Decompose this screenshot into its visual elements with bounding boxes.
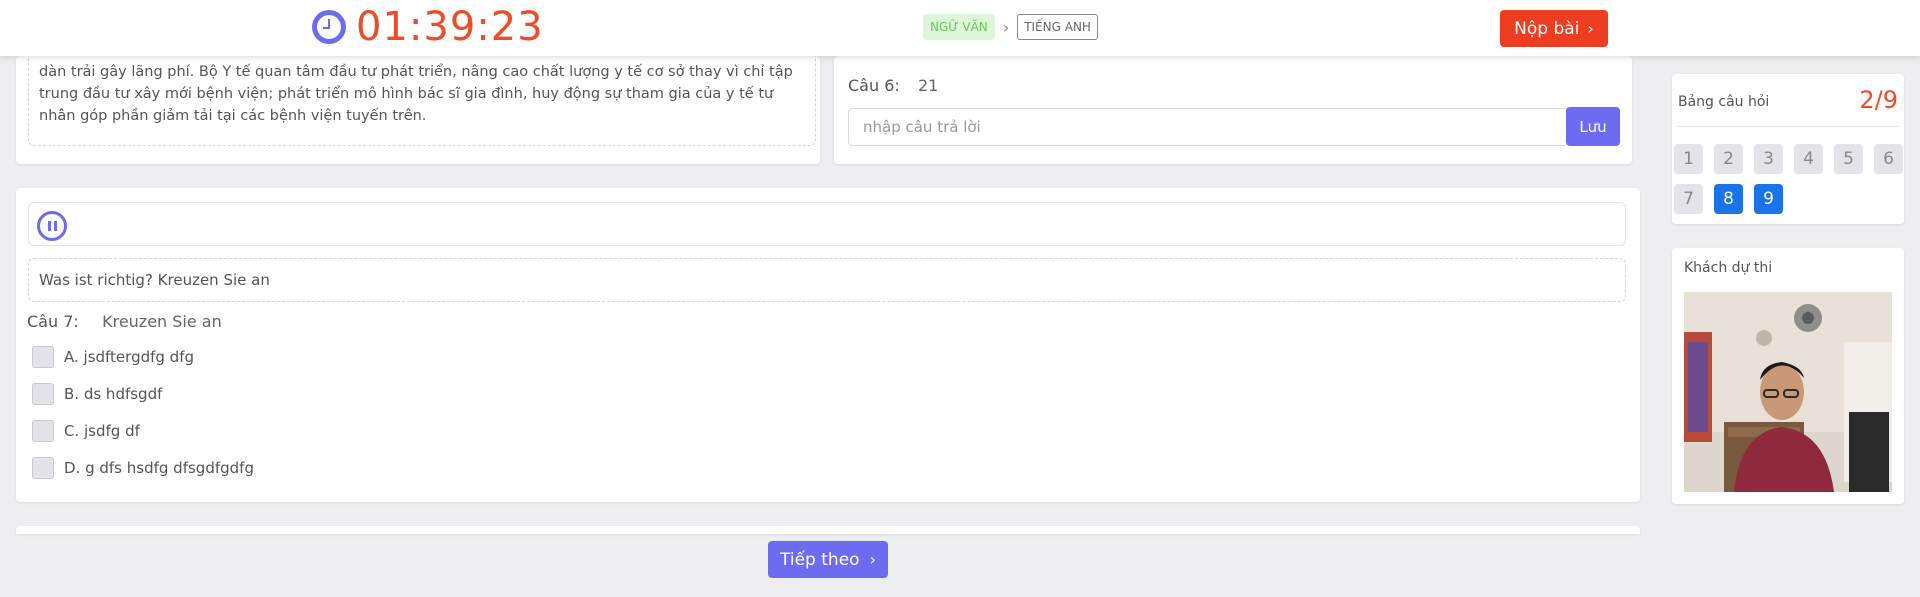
- divider: [1678, 126, 1898, 127]
- passage-text: dàn trải gây lãng phí. Bộ Y tế quan tâm …: [39, 64, 793, 124]
- countdown-timer: 01:39:23: [312, 5, 544, 49]
- next-label: Tiếp theo: [780, 549, 860, 570]
- question-board-count: 2/9: [1859, 86, 1898, 114]
- question-nav-6[interactable]: 6: [1874, 144, 1903, 174]
- question-6-card: Câu 6: 21 Lưu: [834, 56, 1632, 164]
- question-7-card: Was ist richtig? Kreuzen Sie an Câu 7: K…: [16, 188, 1640, 502]
- next-card-edge: [16, 526, 1640, 534]
- chevron-right-icon: ›: [869, 550, 876, 569]
- answer-input[interactable]: [848, 108, 1568, 146]
- question-nav-2[interactable]: 2: [1714, 144, 1743, 174]
- question-7-header: Câu 7: Kreuzen Sie an: [27, 312, 222, 331]
- webcam-feed: [1684, 292, 1892, 492]
- option-c-text: C. jsdfg df: [64, 422, 140, 440]
- question-board: Bảng câu hỏi 2/9 1 2 3 4 5 6 7 8 9: [1672, 74, 1904, 224]
- question-nav-9[interactable]: 9: [1754, 184, 1783, 214]
- webcam-image: [1684, 292, 1892, 492]
- submit-label: Nộp bài: [1514, 18, 1580, 39]
- examinee-title: Khách dự thi: [1684, 260, 1773, 276]
- save-button[interactable]: Lưu: [1566, 107, 1620, 146]
- next-button[interactable]: Tiếp theo ›: [768, 541, 888, 578]
- pause-icon[interactable]: [37, 211, 67, 241]
- option-d-text: D. g dfs hsdfg dfsgdfgdfg: [64, 459, 254, 477]
- audio-player: [28, 202, 1626, 246]
- option-d[interactable]: D. g dfs hsdfg dfsgdfgdfg: [32, 457, 254, 479]
- question-nav-7[interactable]: 7: [1674, 184, 1703, 214]
- subject-next[interactable]: TIẾNG ANH: [1017, 14, 1098, 40]
- question-6-text: 21: [918, 76, 939, 95]
- submit-button[interactable]: Nộp bài ›: [1500, 10, 1608, 47]
- chevron-right-icon: ›: [1002, 17, 1010, 37]
- option-c-checkbox[interactable]: [32, 420, 54, 442]
- question-7-prompt: Kreuzen Sie an: [102, 312, 222, 331]
- subject-current[interactable]: NGỮ VĂN: [923, 14, 995, 40]
- option-b-checkbox[interactable]: [32, 383, 54, 405]
- option-a[interactable]: A. jsdftergdfg dfg: [32, 346, 194, 368]
- option-c[interactable]: C. jsdfg df: [32, 420, 140, 442]
- question-nav-1[interactable]: 1: [1674, 144, 1703, 174]
- option-b[interactable]: B. ds hdfsgdf: [32, 383, 162, 405]
- question-nav-5[interactable]: 5: [1834, 144, 1863, 174]
- question-nav-8[interactable]: 8: [1714, 184, 1743, 214]
- chevron-right-icon: ›: [1587, 19, 1594, 38]
- question-nav-4[interactable]: 4: [1794, 144, 1823, 174]
- option-a-checkbox[interactable]: [32, 346, 54, 368]
- timer-text: 01:39:23: [356, 4, 544, 50]
- passage-box: dàn trải gây lãng phí. Bộ Y tế quan tâm …: [28, 48, 816, 146]
- clock-icon: [312, 10, 346, 44]
- top-bar: 01:39:23 NGỮ VĂN › TIẾNG ANH Nộp bài ›: [0, 0, 1920, 56]
- option-b-text: B. ds hdfsgdf: [64, 385, 163, 403]
- question-instruction: Was ist richtig? Kreuzen Sie an: [28, 258, 1626, 302]
- subject-breadcrumb: NGỮ VĂN › TIẾNG ANH: [923, 14, 1098, 40]
- question-6-label: Câu 6:: [848, 76, 900, 95]
- option-d-checkbox[interactable]: [32, 457, 54, 479]
- option-a-text: A. jsdftergdfg dfg: [64, 348, 195, 366]
- examinee-panel: Khách dự thi: [1672, 248, 1904, 504]
- question-board-title: Bảng câu hỏi: [1678, 94, 1770, 110]
- question-nav-3[interactable]: 3: [1754, 144, 1783, 174]
- passage-card: dàn trải gây lãng phí. Bộ Y tế quan tâm …: [16, 48, 820, 164]
- question-7-label: Câu 7:: [27, 312, 79, 331]
